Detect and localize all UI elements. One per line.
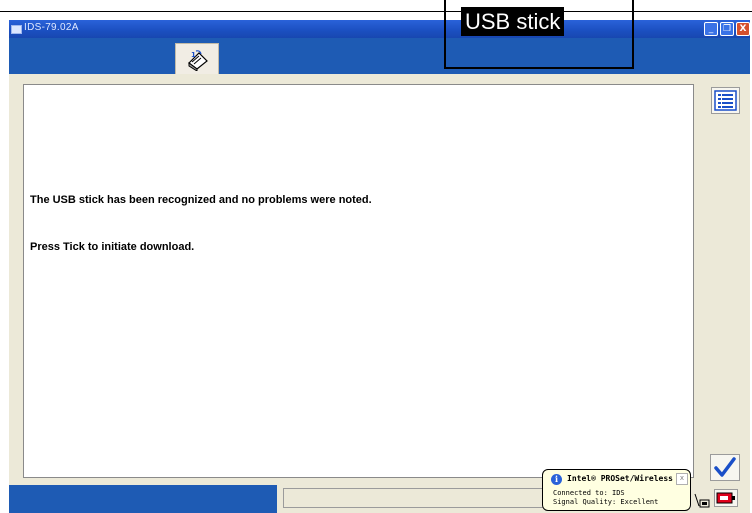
tab-usb-manual[interactable]: 1 [175,43,219,74]
usb-manual-icon: 1 [188,50,208,71]
screen: IDS-79.02A _ ❐ X 1 The USB stick has bee… [0,0,752,513]
minimize-button[interactable]: _ [704,22,718,36]
top-border-line [0,11,752,12]
list-button[interactable] [711,87,740,114]
battery-button[interactable] [714,489,738,507]
notification-connected: Connected to: IDS [553,489,625,497]
message-panel: The USB stick has been recognized and no… [23,84,694,478]
workspace: The USB stick has been recognized and no… [9,74,750,483]
svg-text:1: 1 [191,51,196,59]
maximize-button[interactable]: ❐ [720,22,734,36]
notification-signal: Signal Quality: Excellent [553,498,659,506]
header-bar: 1 [9,38,750,74]
window-app-icon [11,25,22,34]
tick-icon [714,457,736,477]
tick-button[interactable] [710,454,740,481]
callout-label: USB stick [461,7,565,36]
notification-close-button[interactable]: x [676,473,688,485]
status-field [283,488,547,508]
close-button[interactable]: X [736,22,750,36]
network-icon [694,493,710,508]
window-title: IDS-79.02A [24,22,79,33]
list-icon [714,90,737,111]
status-bar-blue-section [9,485,277,513]
recognized-message: The USB stick has been recognized and no… [30,194,372,206]
notification-title: Intel® PROSet/Wireless [567,474,673,483]
window-titlebar: IDS-79.02A _ ❐ X [9,20,750,38]
instruction-message: Press Tick to initiate download. [30,241,195,253]
info-icon: i [551,474,562,485]
wireless-notification[interactable]: i Intel® PROSet/Wireless x Connected to:… [542,469,691,511]
battery-icon [716,492,735,504]
